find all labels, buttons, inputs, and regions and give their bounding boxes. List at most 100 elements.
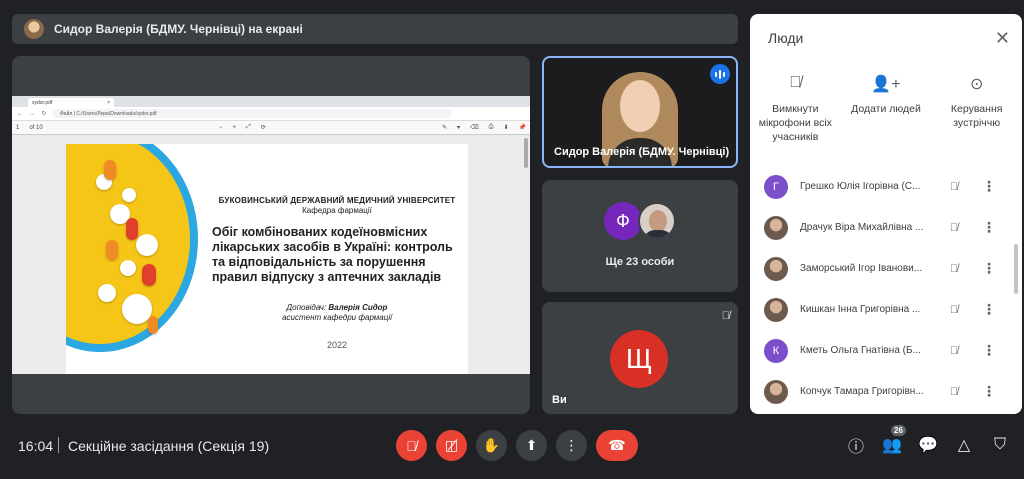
browser-tab: sydor.pdf × [28,98,114,107]
save-icon: ⬇ [503,125,509,131]
mute-all-label: Вимкнути мікрофони всіх учасників [758,103,832,143]
host-controls-button[interactable]: ⛉ [990,434,1010,456]
more-options-icon: ⋮ [564,437,579,453]
people-button[interactable]: 👥 26 [882,425,906,456]
participant-row[interactable]: Заморський Ігор Іванови... 🎙̸ ⋮ [750,248,1022,289]
meeting-info-button[interactable]: ⓘ [846,434,866,456]
self-avatar: Щ [610,330,668,388]
mic-off-icon[interactable]: 🎙̸ [946,222,962,234]
participant-row[interactable]: Копчук Тамара Григорівн... 🎙̸ ⋮ [750,371,1022,412]
more-participants-tile[interactable]: Ф Ще 23 особи [542,180,738,292]
highlight-icon: ▾ [457,125,461,131]
more-options-icon[interactable]: ⋮ [982,301,996,318]
pdf-viewer-area: БУКОВИНСЬКИЙ ДЕРЖАВНИЙ МЕДИЧНИЙ УНІВЕРСИ… [12,136,530,374]
participant-photo-avatar [764,379,788,404]
mic-off-icon[interactable]: 🎙̸ [946,345,962,357]
mic-off-icon[interactable]: 🎙̸ [946,386,962,398]
mic-off-icon[interactable]: 🎙̸ [946,304,962,316]
toggle-icon: ⊙ [969,76,984,93]
people-panel: Люди ✕ 🎙̸ Вимкнути мікрофони всіх учасни… [750,14,1022,414]
participant-row[interactable]: Г Грешко Юлія Ігорівна (С... 🎙̸ ⋮ [750,166,1022,207]
add-people-button[interactable]: 👤+ Додати людей [841,62,932,166]
info-icon: ⓘ [847,439,864,456]
camera-toggle-button[interactable]: ◫̸ [436,430,467,461]
mic-off-icon[interactable]: 🎙̸ [946,263,962,275]
mic-off-icon: 🎙̸ [721,310,730,322]
mic-off-icon: 🎙̸ [789,74,802,91]
forward-icon: → [29,110,35,117]
mic-toggle-button[interactable]: 🎙̸ [396,430,427,461]
camera-off-icon: ◫̸ [444,437,459,453]
raise-hand-button[interactable]: ✋ [476,430,507,461]
shield-lock-icon: ⛉ [993,436,1006,453]
participant-avatar: К [764,338,788,363]
more-options-button[interactable]: ⋮ [556,430,587,461]
browser-toolbar: ← → ↻ Файл | C:/Users/Лера/Downloads/syd… [12,107,530,121]
browser-tabstrip: sydor.pdf × [12,96,530,107]
pin-icon: 📌 [518,125,526,131]
participant-row[interactable]: Кишкан Інна Григорівна ... 🎙̸ ⋮ [750,289,1022,330]
presenter-bar: Сидор Валерія (БДМУ. Чернівці) на екрані [12,14,738,44]
phone-hangup-icon: ☎ [608,437,626,453]
pdf-page-number: 1 [16,124,20,131]
present-button[interactable]: ⬆ [516,430,547,461]
slide-decorative-arc [421,144,468,191]
slide-title: Обіг комбінованих кодеїновмісних лікарсь… [212,225,453,284]
divider [58,437,59,453]
self-tile-name: Ви [552,394,567,406]
self-tile[interactable]: 🎙̸ Щ Ви [542,302,738,414]
participant-list[interactable]: Г Грешко Юлія Ігорівна (С... 🎙̸ ⋮ Драчук… [750,166,1022,412]
side-panel-controls: ⓘ 👥 26 💬 △ ⛉ [846,425,1010,456]
people-icon: 👥 [882,437,902,454]
close-icon[interactable]: ✕ [995,28,1010,49]
print-icon: ⎙ [488,124,494,130]
add-people-label: Додати людей [851,103,921,115]
presentation-stage[interactable]: sydor.pdf × ← → ↻ Файл | C:/Users/Лера/D… [12,56,530,414]
more-options-icon[interactable]: ⋮ [982,178,996,195]
meeting-name: Секційне засідання (Секція 19) [68,438,270,454]
slide-text-block: БУКОВИНСЬКИЙ ДЕРЖАВНИЙ МЕДИЧНИЙ УНІВЕРСИ… [206,196,468,350]
participant-name: Грешко Юлія Ігорівна (С... [800,181,921,192]
slide-speaker-position: асистент кафедри фармації [282,313,392,322]
chat-button[interactable]: 💬 [918,434,938,456]
activities-button[interactable]: △ [954,434,974,456]
participant-photo-avatar [764,297,788,322]
person-add-icon: 👤+ [871,76,901,93]
more-options-icon[interactable]: ⋮ [982,342,996,359]
zoom-in-icon: + [232,124,237,131]
slide-department: Кафедра фармації [302,206,372,215]
close-icon: × [107,100,110,106]
presenter-avatar [24,19,44,39]
participants-count-badge: 26 [891,425,906,436]
presenter-video-tile[interactable]: Сидор Валерія (БДМУ. Чернівці) [542,56,738,168]
participant-name: Кметь Ольга Гнатівна (Б... [800,345,921,356]
mic-off-icon: 🎙̸ [406,437,417,454]
erase-icon: ⌫ [470,125,479,131]
current-time: 16:04 [18,438,54,454]
chat-icon: 💬 [918,437,938,454]
participant-row[interactable]: К Кметь Ольга Гнатівна (Б... 🎙̸ ⋮ [750,330,1022,371]
pdf-toolbar: 1 of 10 − + ⤢ ⟳ ✎ ▾ ⌫ ⎙ ⬇ 📌 [12,121,530,135]
call-controls: 🎙̸ ◫̸ ✋ ⬆ ⋮ ☎ [396,430,638,461]
slide-speaker-prefix: Доповідач: [286,303,327,312]
presenter-tile-name: Сидор Валерія (БДМУ. Чернівці) [554,146,730,158]
more-options-icon[interactable]: ⋮ [982,219,996,236]
fit-page-icon: ⤢ [246,124,251,130]
hand-icon: ✋ [482,437,501,453]
address-bar: Файл | C:/Users/Лера/Downloads/sydor.pdf [52,109,452,118]
mute-all-button[interactable]: 🎙̸ Вимкнути мікрофони всіх учасників [750,62,841,166]
pdf-scrollbar [524,138,528,168]
host-controls-button[interactable]: ⊙ Керування зустріччю [931,62,1022,166]
mic-off-icon[interactable]: 🎙̸ [946,181,962,193]
leave-call-button[interactable]: ☎ [596,430,638,461]
participant-name: Заморський Ігор Іванови... [800,263,923,274]
participant-row[interactable]: Драчук Віра Михайлівна ... 🎙̸ ⋮ [750,207,1022,248]
participant-name: Драчук Віра Михайлівна ... [800,222,924,233]
slide-year: 2022 [326,340,348,350]
shapes-icon: △ [957,437,971,454]
participant-list-scrollbar[interactable] [1014,244,1018,294]
more-options-icon[interactable]: ⋮ [982,260,996,277]
people-panel-actions: 🎙̸ Вимкнути мікрофони всіх учасників 👤+ … [750,62,1022,166]
more-options-icon[interactable]: ⋮ [982,383,996,400]
participant-avatar: Г [764,174,788,199]
